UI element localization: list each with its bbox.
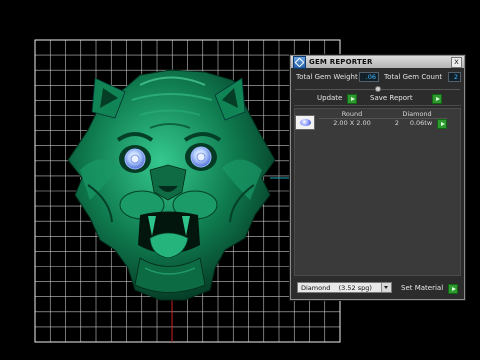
gem-row-select-button[interactable]	[437, 119, 447, 129]
gem-size-cell: 2.00 X 2.00	[333, 119, 371, 127]
material-select-value: Diamond (3.52 spg)	[301, 284, 372, 292]
gem-right-eye[interactable]	[190, 146, 212, 168]
round-diamond-icon	[295, 115, 315, 130]
total-gem-weight-label: Total Gem Weight	[296, 73, 358, 81]
column-header-round: Round	[341, 110, 363, 118]
panel-splitter-knob[interactable]	[375, 86, 381, 92]
material-select[interactable]: Diamond (3.52 spg)	[297, 282, 392, 293]
gem-count-cell: 2	[394, 119, 400, 127]
update-button[interactable]	[347, 94, 357, 104]
gem-reporter-panel: GEM REPORTER x Total Gem Weight .06 Tota…	[290, 55, 465, 300]
panel-titlebar[interactable]: GEM REPORTER x	[291, 56, 464, 69]
panel-divider	[294, 105, 461, 106]
gem-list[interactable]	[294, 108, 461, 276]
total-gem-count-label: Total Gem Count	[384, 73, 443, 81]
set-material-button[interactable]	[448, 284, 458, 294]
chevron-down-icon[interactable]	[381, 283, 391, 292]
gem-weight-cell: 0.06tw	[409, 119, 433, 127]
app-window: GEM REPORTER x Total Gem Weight .06 Tota…	[0, 0, 480, 360]
save-report-button[interactable]	[432, 94, 442, 104]
total-gem-weight-value: .06	[359, 72, 379, 82]
total-gem-count-value: 2	[448, 72, 461, 82]
tiger-head-model[interactable]	[67, 69, 276, 301]
column-header-diamond: Diamond	[402, 110, 432, 118]
gem-reporter-app-icon	[293, 56, 306, 69]
close-button[interactable]: x	[451, 57, 462, 68]
gem-left-eye[interactable]	[124, 148, 146, 170]
save-report-label: Save Report	[370, 94, 413, 102]
panel-title: GEM REPORTER	[309, 58, 373, 66]
set-material-label: Set Material	[401, 284, 444, 292]
update-label: Update	[317, 94, 343, 102]
